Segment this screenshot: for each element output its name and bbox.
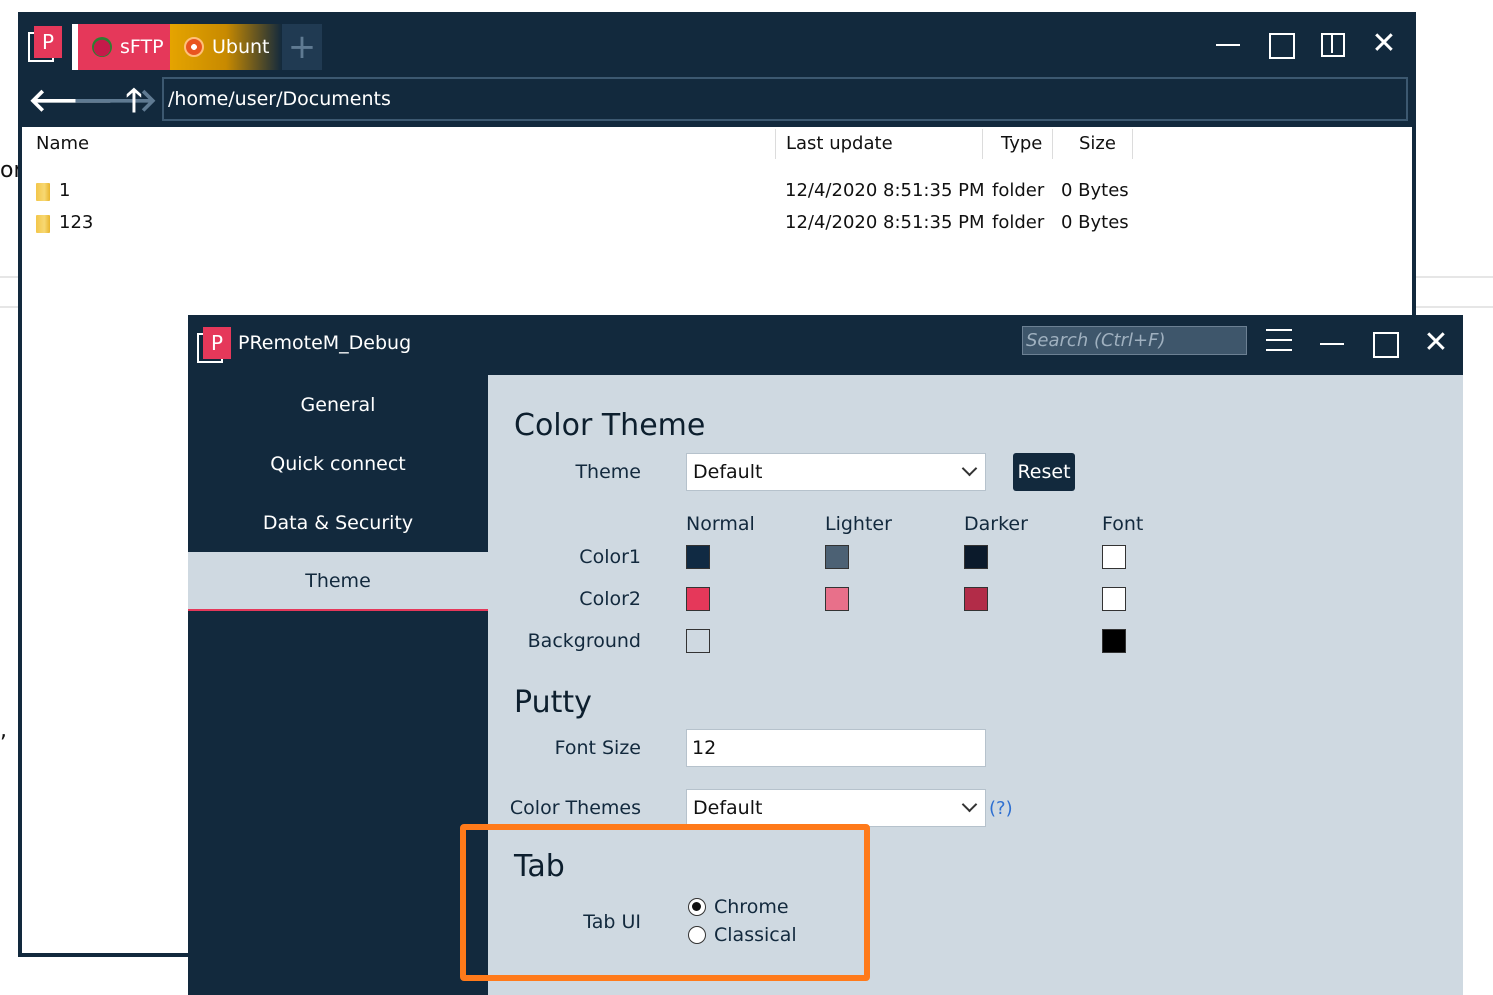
file-size: 0 Bytes (1061, 212, 1129, 233)
help-link[interactable]: (?) (989, 798, 1013, 819)
column-header-name[interactable]: Name (36, 127, 89, 161)
section-title-color-theme: Color Theme (514, 408, 706, 443)
tab-ubuntu[interactable]: Ubunt (170, 24, 282, 70)
color1-font-swatch[interactable] (1102, 545, 1126, 569)
putty-color-themes-value: Default (693, 797, 763, 819)
reset-button[interactable]: Reset (1013, 453, 1075, 491)
tab-label: sFTP (120, 36, 164, 58)
color2-font-swatch[interactable] (1102, 587, 1126, 611)
tab-strip: sFTP Ubunt + (72, 24, 322, 76)
minimize-icon[interactable] (1306, 327, 1358, 359)
column-font: Font (1102, 513, 1144, 535)
sidebar-item-general[interactable]: General (188, 375, 488, 434)
file-type: folder (992, 212, 1045, 233)
tab-label: Ubunt (212, 36, 270, 58)
up-arrow-icon[interactable]: 🡑 (116, 82, 152, 118)
color1-normal-swatch[interactable] (686, 545, 710, 569)
file-row[interactable]: 123 12/4/2020 8:51:35 PM folder 0 Bytes (22, 207, 1412, 239)
ubuntu-icon (184, 37, 204, 57)
column-darker: Darker (964, 513, 1028, 535)
background-normal-swatch[interactable] (686, 629, 710, 653)
window-controls: ✕ (1202, 28, 1410, 60)
premotem-logo-icon: P (28, 26, 64, 62)
maximize-icon[interactable] (1358, 327, 1410, 359)
raspberry-pi-icon (92, 37, 112, 57)
background-text-fragment: , (0, 718, 7, 743)
color-themes-label: Color Themes (509, 797, 641, 819)
file-type: folder (992, 180, 1045, 201)
window-controls: ✕ (1306, 327, 1462, 359)
snap-layout-icon[interactable] (1306, 28, 1358, 60)
color1-darker-swatch[interactable] (964, 545, 988, 569)
theme-select-value: Default (693, 461, 763, 483)
column-lighter: Lighter (825, 513, 892, 535)
color2-lighter-swatch[interactable] (825, 587, 849, 611)
color2-normal-swatch[interactable] (686, 587, 710, 611)
theme-label: Theme (575, 461, 641, 483)
file-last-update: 12/4/2020 8:51:35 PM (785, 180, 985, 201)
column-separator[interactable] (1132, 129, 1133, 159)
color1-lighter-swatch[interactable] (825, 545, 849, 569)
tab-sftp[interactable]: sFTP (72, 24, 170, 70)
section-title-putty: Putty (514, 685, 592, 720)
theme-select[interactable]: Default (686, 453, 986, 491)
folder-icon (36, 215, 50, 233)
file-name: 1 (59, 180, 71, 201)
path-navbar: 🡐 🡒 🡑 /home/user/Documents (18, 76, 1416, 126)
background-font-swatch[interactable] (1102, 629, 1126, 653)
close-icon[interactable]: ✕ (1410, 327, 1462, 359)
column-header-size[interactable]: Size (1079, 127, 1116, 161)
sftp-titlebar[interactable]: P sFTP Ubunt + ✕ (18, 12, 1416, 76)
color2-darker-swatch[interactable] (964, 587, 988, 611)
file-last-update: 12/4/2020 8:51:35 PM (785, 212, 985, 233)
premotem-logo-icon: P (197, 327, 233, 363)
font-size-input[interactable]: 12 (686, 729, 986, 767)
sidebar-item-data-security[interactable]: Data & Security (188, 493, 488, 552)
putty-color-themes-select[interactable]: Default (686, 789, 986, 827)
add-tab-button[interactable]: + (282, 24, 322, 70)
color2-label: Color2 (579, 588, 641, 610)
font-size-label: Font Size (554, 737, 641, 759)
background-label: Background (527, 630, 641, 652)
chevron-down-icon (961, 460, 978, 477)
settings-titlebar[interactable]: P PRemoteM_Debug Search (Ctrl+F) ✕ (188, 315, 1463, 375)
file-name: 123 (59, 212, 94, 233)
minimize-icon[interactable] (1202, 28, 1254, 60)
close-icon[interactable]: ✕ (1358, 28, 1410, 60)
column-header-type[interactable]: Type (1001, 127, 1042, 161)
chevron-down-icon (961, 796, 978, 813)
path-input[interactable]: /home/user/Documents (162, 77, 1408, 121)
folder-icon (36, 183, 50, 201)
file-size: 0 Bytes (1061, 180, 1129, 201)
color1-label: Color1 (579, 546, 641, 568)
window-title: PRemoteM_Debug (238, 332, 412, 354)
file-row[interactable]: 1 12/4/2020 8:51:35 PM folder 0 Bytes (22, 175, 1412, 207)
forward-arrow-icon[interactable]: 🡒 (72, 82, 158, 118)
column-separator[interactable] (1052, 129, 1053, 159)
column-separator[interactable] (775, 129, 776, 159)
column-separator[interactable] (982, 129, 983, 159)
maximize-icon[interactable] (1254, 28, 1306, 60)
menu-icon[interactable] (1266, 329, 1292, 353)
column-normal: Normal (686, 513, 755, 535)
column-header-last-update[interactable]: Last update (786, 127, 893, 161)
highlight-annotation-box (460, 824, 870, 981)
back-arrow-icon[interactable]: 🡐 (28, 82, 114, 118)
search-input[interactable]: Search (Ctrl+F) (1022, 326, 1247, 355)
